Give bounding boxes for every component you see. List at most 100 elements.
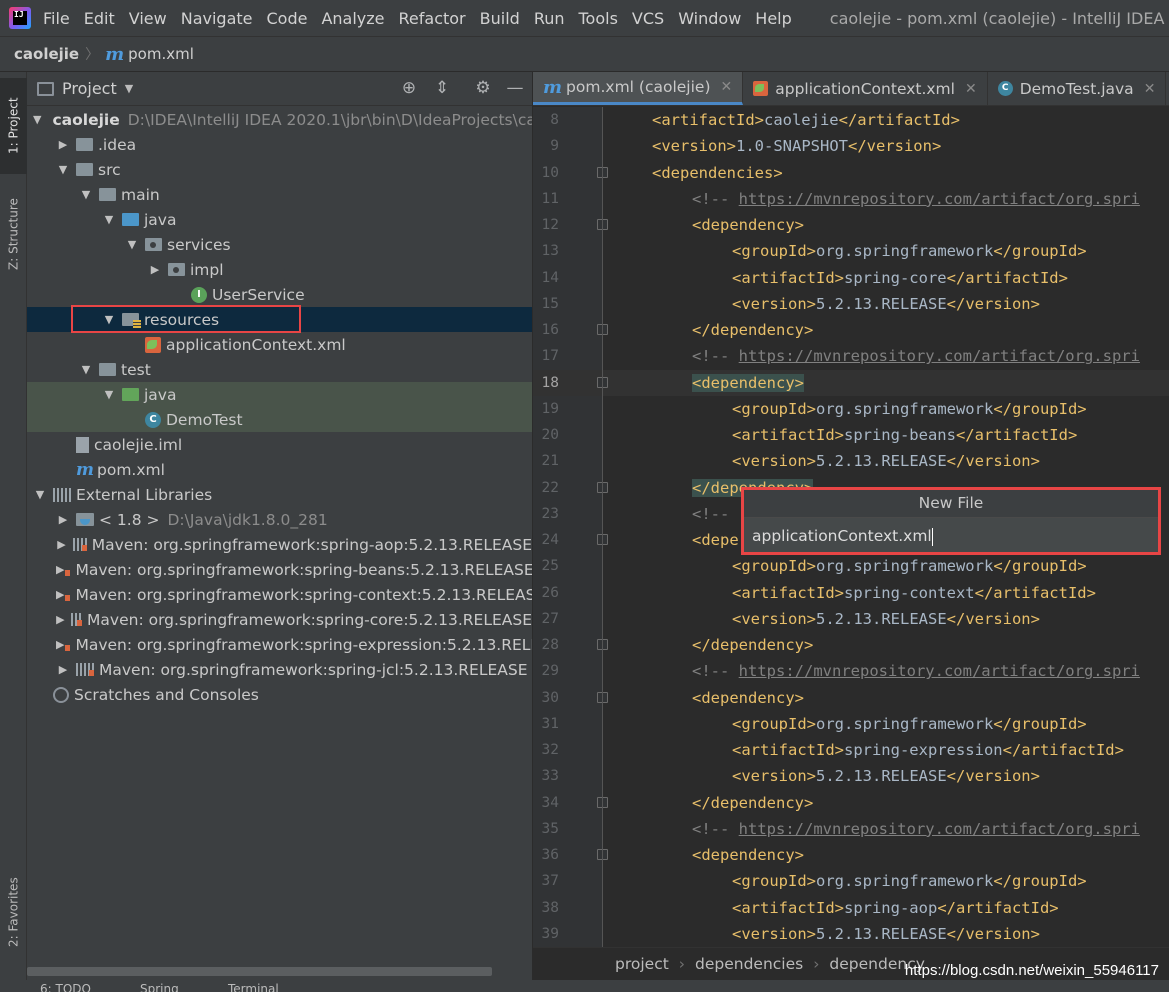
menu-item-tools[interactable]: Tools [579, 9, 618, 28]
menu-item-help[interactable]: Help [755, 9, 791, 28]
menu-item-navigate[interactable]: Navigate [181, 9, 253, 28]
code-line[interactable]: 32 <artifactId>spring-expression</artifac… [533, 737, 1169, 763]
tree-item[interactable]: ▶ Maven: org.springframework:spring-aop:5… [27, 532, 532, 557]
nav-file-crumb[interactable]: pom.xml [128, 45, 194, 63]
editor-tab[interactable]: m pom.xml (caolejie) ✕ [533, 72, 744, 105]
code-line[interactable]: 13 <groupId>org.springframework</groupId> [533, 238, 1169, 264]
editor-tab[interactable]: applicationContext.xml ✕ [743, 72, 988, 105]
code-line[interactable]: 26 <artifactId>spring-context</artifactId… [533, 580, 1169, 606]
structure-tool-tab[interactable]: Z: Structure [0, 184, 27, 284]
code-line[interactable]: 34 </dependency> [533, 790, 1169, 816]
tree-item[interactable]: C DemoTest [27, 407, 532, 432]
code-line[interactable]: 10 <dependencies> [533, 160, 1169, 186]
menu-item-build[interactable]: Build [480, 9, 520, 28]
close-icon[interactable]: ✕ [965, 81, 977, 97]
code-line[interactable]: 30 <dependency> [533, 685, 1169, 711]
expand-arrow-icon[interactable]: ▼ [79, 188, 93, 201]
tree-item[interactable]: ▼ java [27, 207, 532, 232]
menu-item-code[interactable]: Code [267, 9, 308, 28]
chevron-down-icon[interactable]: ▼ [125, 82, 133, 95]
collapse-arrow-icon[interactable]: ▶ [56, 138, 70, 151]
code-line[interactable]: 9 <version>1.0-SNAPSHOT</version> [533, 133, 1169, 159]
code-line[interactable]: 11 <!-- https://mvnrepository.com/artifac… [533, 186, 1169, 212]
project-tool-tab[interactable]: 1: Project [0, 78, 27, 174]
tree-item[interactable]: ▶ Maven: org.springframework:spring-expre… [27, 632, 532, 657]
tree-item[interactable]: ▼ java [27, 382, 532, 407]
code-line[interactable]: 8 <artifactId>caolejie</artifactId> [533, 107, 1169, 133]
close-icon[interactable]: ✕ [1144, 81, 1156, 97]
collapse-arrow-icon[interactable]: ▶ [56, 563, 64, 576]
structure-crumb[interactable]: dependencies [695, 955, 803, 973]
code-line[interactable]: 38 <artifactId>spring-aop</artifactId> [533, 895, 1169, 921]
code-line[interactable]: 21 <version>5.2.13.RELEASE</version> [533, 448, 1169, 474]
horizontal-scrollbar[interactable] [27, 967, 492, 976]
menu-item-edit[interactable]: Edit [84, 9, 115, 28]
menu-item-window[interactable]: Window [678, 9, 741, 28]
expand-arrow-icon[interactable]: ▼ [102, 388, 116, 401]
code-line[interactable]: 33 <version>5.2.13.RELEASE</version> [533, 763, 1169, 789]
code-line[interactable]: 36 <dependency> [533, 842, 1169, 868]
terminal-tool-tab[interactable]: Terminal [228, 982, 279, 992]
code-line[interactable]: 17 <!-- https://mvnrepository.com/artifac… [533, 343, 1169, 369]
favorites-tool-tab[interactable]: 2: Favorites [0, 862, 27, 962]
tree-item[interactable]: ▼ test [27, 357, 532, 382]
collapse-arrow-icon[interactable]: ▶ [56, 513, 70, 526]
menu-item-refactor[interactable]: Refactor [399, 9, 466, 28]
code-line[interactable]: 19 <groupId>org.springframework</groupId> [533, 396, 1169, 422]
spring-tool-tab[interactable]: Spring [140, 982, 179, 992]
menu-item-run[interactable]: Run [534, 9, 565, 28]
expand-arrow-icon[interactable]: ▼ [33, 488, 47, 501]
project-panel-title[interactable]: Project [62, 79, 117, 98]
expand-arrow-icon[interactable]: ▼ [102, 213, 116, 226]
collapse-arrow-icon[interactable]: ▶ [56, 663, 70, 676]
code-line[interactable]: 29 <!-- https://mvnrepository.com/artifac… [533, 658, 1169, 684]
code-line[interactable]: 35 <!-- https://mvnrepository.com/artifac… [533, 816, 1169, 842]
gear-icon[interactable]: ⚙ [472, 78, 494, 98]
expand-arrow-icon[interactable]: ▼ [56, 163, 70, 176]
tree-item[interactable]: ▶ Maven: org.springframework:spring-beans… [27, 557, 532, 582]
todo-tool-tab[interactable]: 6: TODO [40, 982, 91, 992]
nav-project-crumb[interactable]: caolejie [14, 45, 79, 63]
tree-item[interactable]: ▼ services [27, 232, 532, 257]
minimize-icon[interactable]: — [504, 78, 526, 98]
tree-item[interactable]: I UserService [27, 282, 532, 307]
collapse-arrow-icon[interactable]: ▶ [56, 588, 64, 601]
menu-item-analyze[interactable]: Analyze [321, 9, 384, 28]
menu-item-vcs[interactable]: VCS [632, 9, 664, 28]
tree-item[interactable]: ▶ < 1.8 > D:\Java\jdk1.8.0_281 [27, 507, 532, 532]
tree-item[interactable]: Scratches and Consoles [27, 682, 532, 707]
tree-item[interactable]: applicationContext.xml [27, 332, 532, 357]
collapse-arrow-icon[interactable]: ▶ [56, 638, 64, 651]
collapse-arrow-icon[interactable]: ▶ [56, 538, 67, 551]
code-line[interactable]: 37 <groupId>org.springframework</groupId> [533, 868, 1169, 894]
code-line[interactable]: 25 <groupId>org.springframework</groupId> [533, 553, 1169, 579]
tree-item[interactable]: ▶ impl [27, 257, 532, 282]
editor-tab[interactable]: C DemoTest.java ✕ [988, 72, 1167, 105]
menu-item-file[interactable]: File [43, 9, 70, 28]
tree-item[interactable]: ▶ Maven: org.springframework:spring-jcl:5… [27, 657, 532, 682]
tree-item[interactable]: m pom.xml [27, 457, 532, 482]
tree-item[interactable]: ▶ Maven: org.springframework:spring-conte… [27, 582, 532, 607]
structure-crumb[interactable]: project [615, 955, 669, 973]
code-line[interactable]: 15 <version>5.2.13.RELEASE</version> [533, 291, 1169, 317]
expand-arrow-icon[interactable]: ▼ [125, 238, 139, 251]
tree-item[interactable]: ▼ src [27, 157, 532, 182]
close-icon[interactable]: ✕ [721, 79, 733, 95]
new-file-name-input[interactable]: applicationContext.xml [742, 518, 1160, 554]
locate-icon[interactable]: ⊕ [398, 78, 420, 98]
code-line[interactable]: 18 <dependency> [533, 369, 1169, 396]
menu-item-view[interactable]: View [129, 9, 167, 28]
code-line[interactable]: 14 <artifactId>spring-core</artifactId> [533, 265, 1169, 291]
tree-item[interactable]: ▼ caolejie D:\IDEA\IntelliJ IDEA 2020.1\jb… [27, 107, 532, 132]
collapse-arrow-icon[interactable]: ▶ [56, 613, 65, 626]
tree-item[interactable]: ▶ .idea [27, 132, 532, 157]
code-line[interactable]: 28 </dependency> [533, 632, 1169, 658]
code-line[interactable]: 16 </dependency> [533, 317, 1169, 343]
tree-item[interactable]: caolejie.iml [27, 432, 532, 457]
tree-item[interactable]: ▶ Maven: org.springframework:spring-core:… [27, 607, 532, 632]
code-line[interactable]: 31 <groupId>org.springframework</groupId> [533, 711, 1169, 737]
tree-item[interactable]: ▼ External Libraries [27, 482, 532, 507]
code-line[interactable]: 12 <dependency> [533, 212, 1169, 238]
code-line[interactable]: 20 <artifactId>spring-beans</artifactId> [533, 422, 1169, 448]
expand-arrow-icon[interactable]: ▼ [79, 363, 93, 376]
